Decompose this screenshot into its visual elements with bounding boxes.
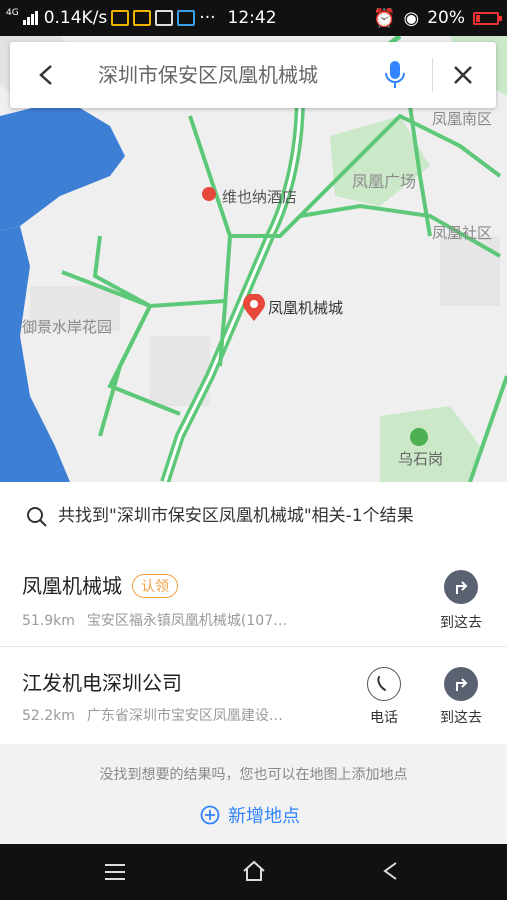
result-distance: 51.9km bbox=[22, 613, 75, 629]
clock: 12:42 bbox=[227, 8, 277, 28]
result-meta: 52.2km 广东省深圳市宝安区凤凰建设… bbox=[22, 705, 283, 725]
route-arrow-icon bbox=[456, 581, 468, 594]
map-label-fenghuang-nanqu: 凤凰南区 bbox=[432, 110, 493, 128]
park-icon bbox=[410, 428, 428, 446]
search-bar: 深圳市保安区凤凰机械城 bbox=[10, 42, 496, 108]
location-marker-icon[interactable] bbox=[242, 294, 266, 322]
result-item[interactable]: 凤凰机械城 认领 51.9km 宝安区福永镇凤凰机械城(107… 到这去 bbox=[0, 550, 507, 647]
hotel-icon[interactable] bbox=[202, 187, 216, 201]
notification-icon bbox=[133, 10, 152, 26]
result-distance: 52.2km bbox=[22, 708, 75, 724]
claim-badge[interactable]: 认领 bbox=[132, 573, 178, 598]
microphone-icon[interactable] bbox=[384, 59, 406, 91]
result-summary: 共找到"深圳市保安区凤凰机械城"相关-1个结果 bbox=[0, 482, 507, 551]
map-label-marker[interactable]: 凤凰机械城 bbox=[268, 297, 343, 318]
result-item[interactable]: 江发机电深圳公司 52.2km 广东省深圳市宝安区凤凰建设… 电话 到这去 bbox=[0, 647, 507, 744]
route-label[interactable]: 到这去 bbox=[431, 612, 491, 632]
search-input[interactable]: 深圳市保安区凤凰机械城 bbox=[98, 42, 318, 108]
result-name: 凤凰机械城 bbox=[22, 574, 122, 598]
route-button[interactable] bbox=[444, 570, 478, 604]
notification-icon bbox=[177, 10, 196, 26]
status-left: 4G 0.14K/s ··· 12:42 bbox=[6, 0, 277, 36]
route-button[interactable] bbox=[444, 667, 478, 701]
network-type: 4G bbox=[6, 8, 19, 18]
map-label-yujing: 御景水岸花园 bbox=[22, 318, 113, 336]
call-button[interactable] bbox=[367, 667, 401, 701]
plus-circle-icon bbox=[200, 805, 220, 825]
signal-icon bbox=[22, 11, 38, 25]
hint-text: 没找到想要的结果吗，您也可以在地图上添加地点 bbox=[99, 767, 408, 783]
add-place-button[interactable]: 新增地点 bbox=[200, 802, 300, 828]
route-arrow-icon bbox=[456, 678, 468, 691]
add-place-label[interactable]: 新增地点 bbox=[228, 802, 300, 828]
status-right: ⏰ ◉ 20% bbox=[373, 0, 502, 36]
network-speed: 0.14K/s bbox=[43, 8, 108, 28]
overflow-indicator: ··· bbox=[199, 8, 216, 28]
route-label[interactable]: 到这去 bbox=[431, 707, 491, 727]
back-icon[interactable] bbox=[380, 860, 402, 882]
back-arrow-icon[interactable] bbox=[36, 63, 56, 87]
battery-percent: 20% bbox=[427, 8, 465, 28]
notification-icon bbox=[155, 10, 174, 26]
call-label[interactable]: 电话 bbox=[354, 707, 414, 727]
alarm-icon: ⏰ bbox=[373, 7, 396, 29]
close-icon[interactable] bbox=[452, 64, 474, 86]
footer: 没找到想要的结果吗，您也可以在地图上添加地点 新增地点 bbox=[0, 744, 507, 844]
summary-text: 共找到"深圳市保安区凤凰机械城"相关-1个结果 bbox=[58, 506, 414, 526]
result-title-row: 凤凰机械城 认领 bbox=[22, 570, 178, 600]
map-label-fenghuang-guangchang: 凤凰广场 bbox=[352, 172, 417, 191]
home-icon[interactable] bbox=[242, 859, 266, 883]
map-label-wushigang: 乌石岗 bbox=[398, 450, 444, 468]
phone-icon bbox=[377, 676, 386, 691]
status-bar: 4G 0.14K/s ··· 12:42 ⏰ ◉ 20% bbox=[0, 0, 507, 36]
result-meta: 51.9km 宝安区福永镇凤凰机械城(107… bbox=[22, 610, 287, 630]
location-icon: ◉ bbox=[403, 7, 420, 29]
result-name: 江发机电深圳公司 bbox=[22, 671, 182, 695]
notification-icon bbox=[111, 10, 130, 26]
system-nav-bar bbox=[0, 844, 507, 900]
map-label-hotel[interactable]: 维也纳酒店 bbox=[222, 186, 297, 207]
battery-icon bbox=[473, 11, 502, 25]
result-address: 广东省深圳市宝安区凤凰建设… bbox=[86, 708, 283, 724]
menu-icon[interactable] bbox=[104, 862, 126, 882]
result-address: 宝安区福永镇凤凰机械城(107… bbox=[86, 613, 288, 629]
search-icon bbox=[27, 507, 47, 527]
map-label-fenghuang-shequ: 凤凰社区 bbox=[432, 224, 493, 242]
divider bbox=[432, 58, 433, 92]
